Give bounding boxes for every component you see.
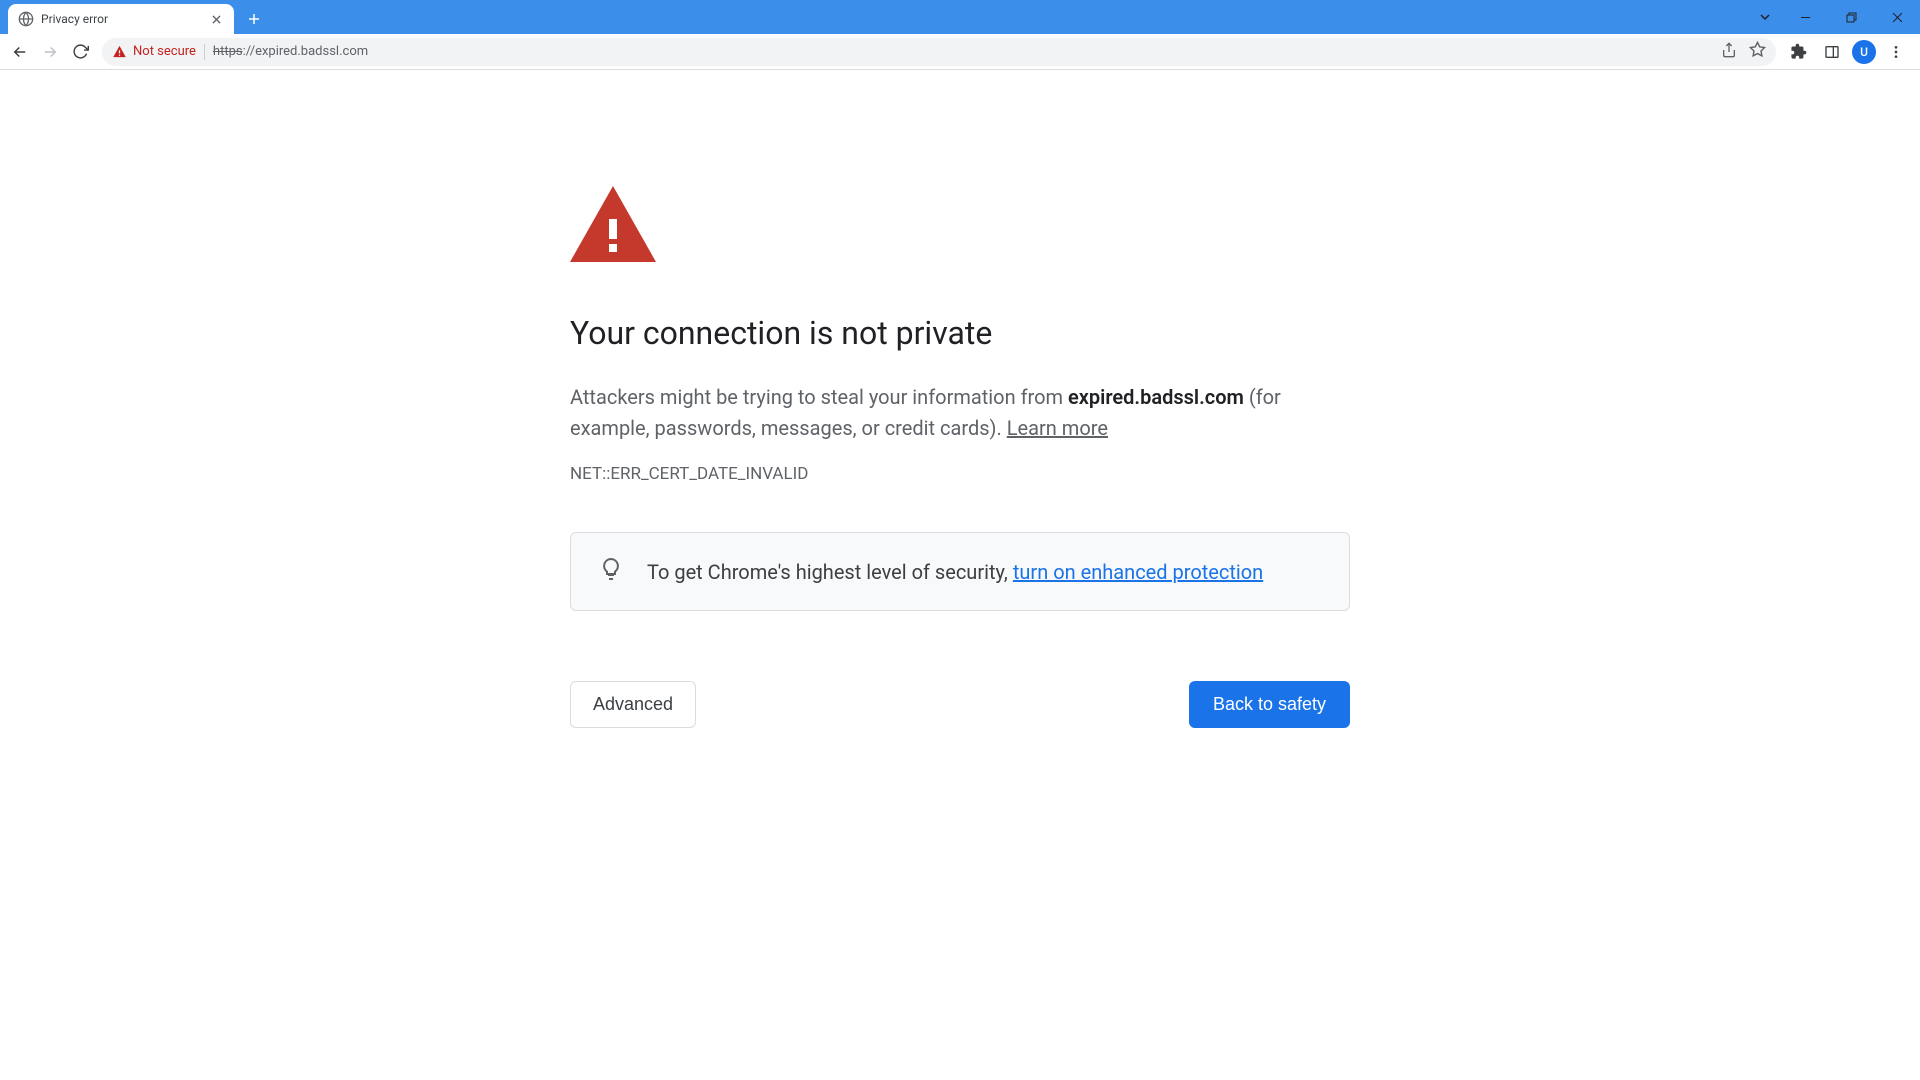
minimize-button[interactable]: [1782, 0, 1828, 34]
titlebar: Privacy error: [0, 0, 1920, 34]
enhanced-protection-link[interactable]: turn on enhanced protection: [1013, 560, 1263, 584]
window-controls: [1748, 0, 1920, 34]
warning-message: Attackers might be trying to steal your …: [570, 382, 1350, 444]
side-panel-icon[interactable]: [1818, 38, 1846, 66]
bookmark-icon[interactable]: [1749, 41, 1766, 62]
globe-icon: [18, 11, 34, 27]
back-button[interactable]: [6, 38, 34, 66]
new-tab-button[interactable]: [240, 5, 268, 33]
forward-button[interactable]: [36, 38, 64, 66]
learn-more-link[interactable]: Learn more: [1007, 416, 1108, 440]
address-bar[interactable]: Not secure https://expired.badssl.com: [102, 38, 1776, 66]
tab-title: Privacy error: [41, 12, 201, 26]
lightbulb-icon: [599, 557, 623, 586]
button-row: Advanced Back to safety: [570, 681, 1350, 728]
browser-tab[interactable]: Privacy error: [8, 4, 234, 34]
warning-icon: [570, 186, 1350, 266]
page-title: Your connection is not private: [570, 314, 1350, 352]
url-text: https://expired.badssl.com: [213, 44, 368, 59]
enhanced-protection-tip: To get Chrome's highest level of securit…: [570, 532, 1350, 611]
back-to-safety-button[interactable]: Back to safety: [1189, 681, 1350, 728]
reload-button[interactable]: [66, 38, 94, 66]
divider: [204, 44, 205, 60]
maximize-button[interactable]: [1828, 0, 1874, 34]
warning-triangle-icon: [112, 44, 127, 59]
security-text: Not secure: [133, 44, 196, 59]
share-icon[interactable]: [1721, 42, 1737, 62]
toolbar: Not secure https://expired.badssl.com U: [0, 34, 1920, 70]
menu-icon[interactable]: [1882, 38, 1910, 66]
advanced-button[interactable]: Advanced: [570, 681, 696, 728]
page-content: Your connection is not private Attackers…: [0, 70, 1920, 728]
extensions-icon[interactable]: [1784, 38, 1812, 66]
close-window-button[interactable]: [1874, 0, 1920, 34]
tab-search-button[interactable]: [1748, 0, 1782, 34]
close-tab-button[interactable]: [208, 11, 224, 27]
security-indicator[interactable]: Not secure: [112, 44, 196, 59]
profile-avatar[interactable]: U: [1852, 40, 1876, 64]
error-code: NET::ERR_CERT_DATE_INVALID: [570, 464, 1350, 484]
